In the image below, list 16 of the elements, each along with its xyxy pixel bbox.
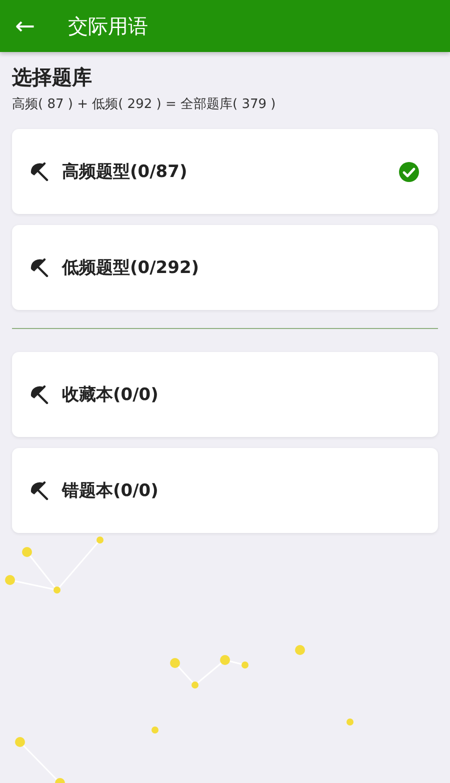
bank-summary: 高频( 87 ) + 低频( 292 ) = 全部题库( 379 ): [12, 96, 277, 113]
notebook-card[interactable]: 错题本(0/0): [12, 448, 438, 533]
umbrella-icon: [30, 162, 50, 182]
question-bank-card[interactable]: 高频题型(0/87): [12, 129, 438, 214]
bank-label: 高频题型(0/87): [62, 161, 188, 183]
back-button[interactable]: ←: [12, 14, 38, 38]
bank-label: 低频题型(0/292): [62, 257, 200, 279]
section-title: 选择题库: [12, 64, 93, 91]
notebook-label: 错题本(0/0): [62, 480, 160, 502]
umbrella-icon: [30, 480, 50, 500]
page-title: 交际用语: [68, 12, 148, 40]
question-bank-card[interactable]: 低频题型(0/292): [12, 225, 438, 310]
notebook-card[interactable]: 收藏本(0/0): [12, 352, 438, 437]
notebook-label: 收藏本(0/0): [62, 384, 160, 406]
umbrella-icon: [30, 384, 50, 404]
umbrella-icon: [30, 258, 50, 278]
